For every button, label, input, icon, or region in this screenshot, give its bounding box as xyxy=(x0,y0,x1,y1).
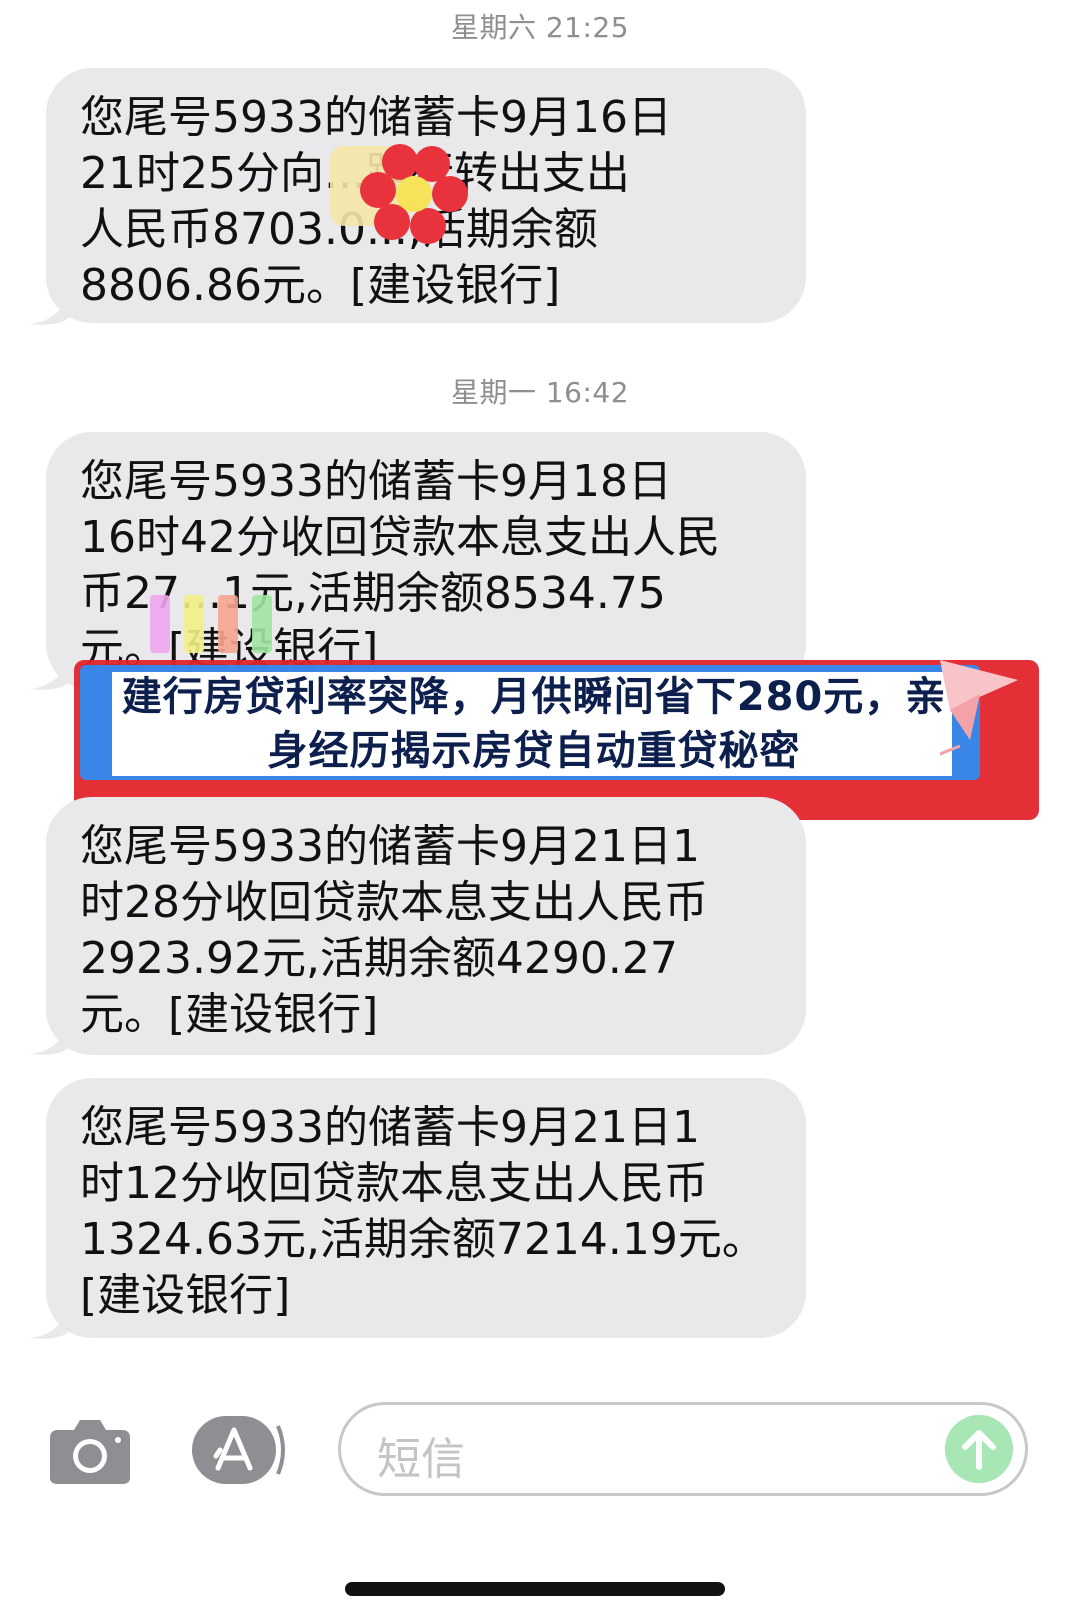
app-store-icon[interactable] xyxy=(190,1412,290,1488)
message-input-placeholder: 短信 xyxy=(377,1434,465,1485)
paper-plane-icon xyxy=(940,660,1018,756)
home-indicator[interactable] xyxy=(345,1582,725,1596)
send-arrow-icon[interactable] xyxy=(945,1415,1013,1483)
message-input[interactable]: 短信 xyxy=(338,1402,1028,1496)
message-bubble[interactable]: 您尾号5933的储蓄卡9月21日1 时28分收回贷款本息支出人民币 2923.9… xyxy=(46,797,806,1055)
message-bubble[interactable]: 您尾号5933的储蓄卡9月21日1 时12分收回贷款本息支出人民币 1324.6… xyxy=(46,1078,806,1338)
camera-icon[interactable] xyxy=(48,1418,132,1486)
headline-text: 建行房贷利率突降，月供瞬间省下280元，亲身经历揭示房贷自动重贷秘密 xyxy=(121,674,947,774)
flower-sticker-icon xyxy=(330,144,468,244)
message-timestamp: 星期一 16:42 xyxy=(450,376,630,409)
message-timestamp: 星期六 21:25 xyxy=(450,11,630,44)
bars-sticker-icon xyxy=(150,595,272,653)
